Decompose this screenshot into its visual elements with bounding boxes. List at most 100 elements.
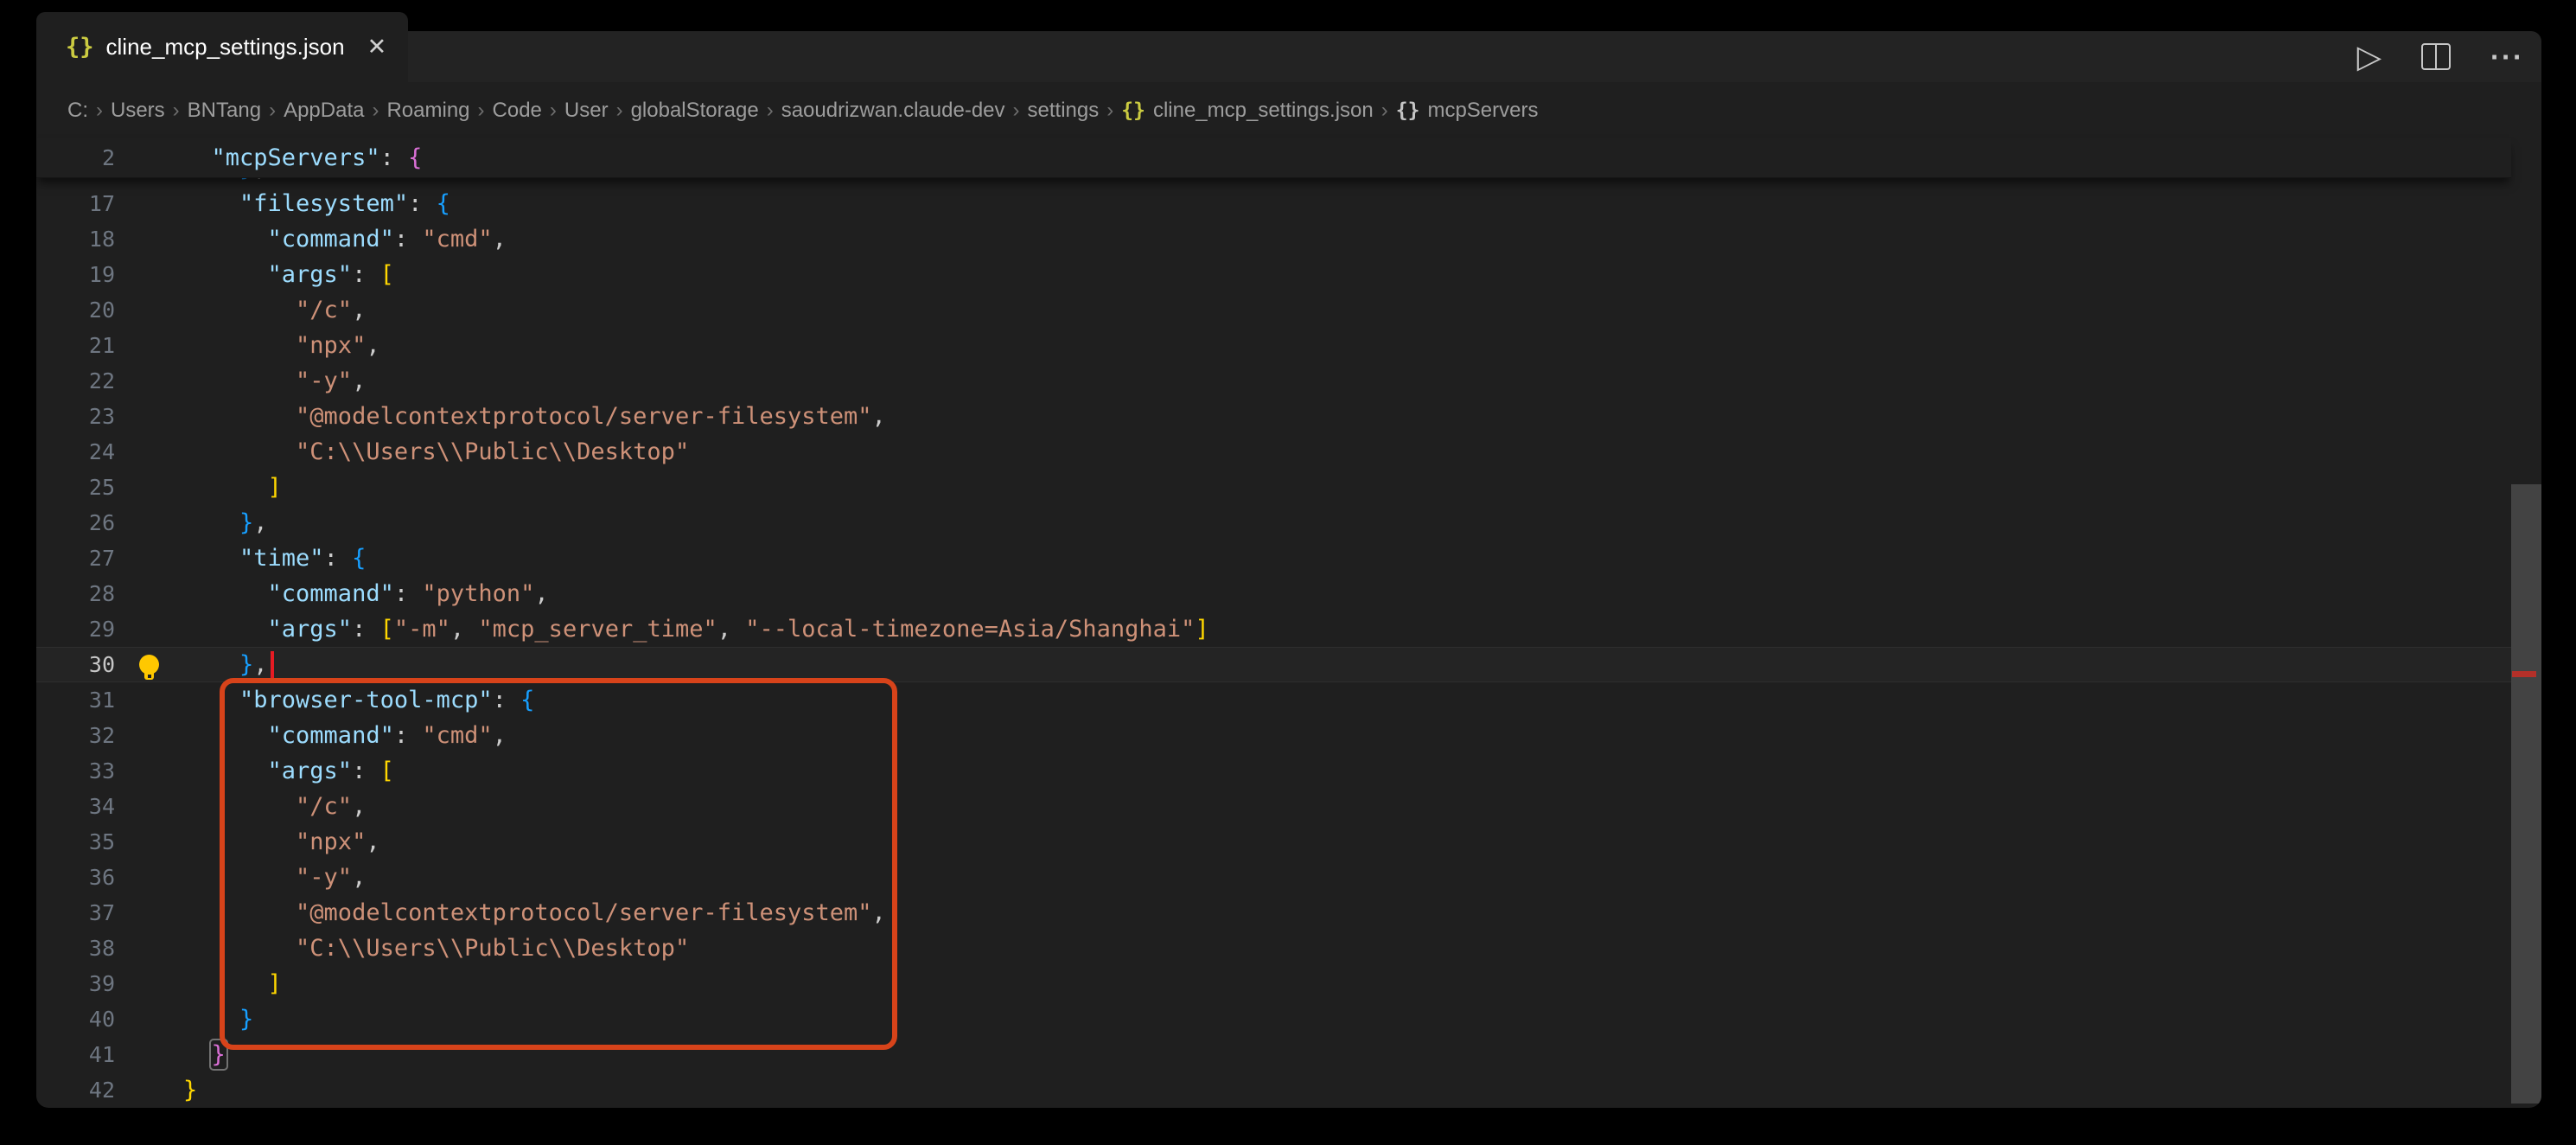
code-token: "command" xyxy=(183,580,394,607)
line-number[interactable]: 30 xyxy=(36,652,115,677)
line-number[interactable]: 39 xyxy=(36,971,115,996)
line-number[interactable]: 22 xyxy=(36,368,115,393)
code-line-38[interactable]: 38 "C:\\Users\\Public\\Desktop" xyxy=(36,931,2511,966)
code-line-28[interactable]: 28 "command": "python", xyxy=(36,576,2511,611)
code-line-26[interactable]: 26 }, xyxy=(36,505,2511,541)
breadcrumb-separator: › xyxy=(1381,99,1388,123)
code-line-25[interactable]: 25 ] xyxy=(36,470,2511,505)
line-number[interactable]: 28 xyxy=(36,581,115,606)
breadcrumb-item-cline-mcp-settings-json[interactable]: {}cline_mcp_settings.json xyxy=(1121,99,1374,123)
code-line-24[interactable]: 24 "C:\\Users\\Public\\Desktop" xyxy=(36,434,2511,470)
code-line-27[interactable]: 27 "time": { xyxy=(36,541,2511,576)
code-line-19[interactable]: 19 "args": [ xyxy=(36,257,2511,292)
breadcrumb-item-saoudrizwan-claude-dev[interactable]: saoudrizwan.claude-dev xyxy=(781,99,1005,123)
close-icon[interactable]: ✕ xyxy=(367,35,387,59)
line-number[interactable]: 27 xyxy=(36,546,115,571)
breadcrumb-item-mcpservers[interactable]: {}mcpServers xyxy=(1396,99,1539,123)
code-line-37[interactable]: 37 "@modelcontextprotocol/server-filesys… xyxy=(36,895,2511,931)
breadcrumb-item-roaming[interactable]: Roaming xyxy=(386,99,469,123)
code-line-40[interactable]: 40 } xyxy=(36,1001,2511,1037)
line-number[interactable]: 23 xyxy=(36,404,115,429)
sticky-scroll-line[interactable]: 2 "mcpServers": { xyxy=(36,138,2511,178)
line-number[interactable]: 35 xyxy=(36,829,115,854)
code-text: "args": [ xyxy=(183,753,394,789)
code-token: , xyxy=(493,226,507,253)
code-text: "C:\\Users\\Public\\Desktop" xyxy=(183,434,689,470)
code-token: "time" xyxy=(183,545,324,572)
code-token: "/c" xyxy=(183,297,352,323)
breadcrumb-item-settings[interactable]: settings xyxy=(1028,99,1100,123)
code-text: ] xyxy=(183,470,282,505)
lightbulb-icon[interactable] xyxy=(139,655,159,675)
scrollbar-thumb[interactable] xyxy=(2511,484,2541,1103)
overview-error-mark xyxy=(2512,671,2536,677)
code-token: , xyxy=(352,864,366,891)
code-text: } xyxy=(183,1072,197,1108)
line-number[interactable]: 42 xyxy=(36,1078,115,1103)
line-number[interactable]: 2 xyxy=(36,145,115,170)
code-line-22[interactable]: 22 "-y", xyxy=(36,363,2511,399)
line-number[interactable]: 29 xyxy=(36,617,115,642)
code-line-29[interactable]: 29 "args": ["-m", "mcp_server_time", "--… xyxy=(36,611,2511,647)
code-line-17[interactable]: 17 "filesystem": { xyxy=(36,186,2511,221)
breadcrumb-item-users[interactable]: Users xyxy=(111,99,165,123)
code-token: , xyxy=(872,403,886,430)
code-line-31[interactable]: 31 "browser-tool-mcp": { xyxy=(36,682,2511,718)
breadcrumb-item-bntang[interactable]: BNTang xyxy=(188,99,261,123)
code-line-42[interactable]: 42} xyxy=(36,1072,2511,1108)
code-token: : xyxy=(493,687,521,713)
line-number[interactable]: 18 xyxy=(36,227,115,252)
line-number[interactable]: 31 xyxy=(36,688,115,713)
code-line-20[interactable]: 20 "/c", xyxy=(36,292,2511,328)
code-line-39[interactable]: 39 ] xyxy=(36,966,2511,1001)
breadcrumb-label: mcpServers xyxy=(1427,99,1538,123)
line-number[interactable]: 34 xyxy=(36,794,115,819)
code-area: 16 },17 "filesystem": {18 "command": "cm… xyxy=(36,150,2511,1108)
code-line-21[interactable]: 21 "npx", xyxy=(36,328,2511,363)
tab-cline-mcp-settings[interactable]: {} cline_mcp_settings.json ✕ xyxy=(36,12,408,82)
line-number[interactable]: 36 xyxy=(36,865,115,890)
more-actions-icon[interactable]: ··· xyxy=(2490,42,2524,71)
split-editor-icon[interactable] xyxy=(2421,43,2451,70)
line-number[interactable]: 19 xyxy=(36,262,115,287)
line-number[interactable]: 20 xyxy=(36,297,115,323)
breadcrumb-item-globalstorage[interactable]: globalStorage xyxy=(631,99,759,123)
code-line-18[interactable]: 18 "command": "cmd", xyxy=(36,221,2511,257)
code-line-36[interactable]: 36 "-y", xyxy=(36,860,2511,895)
line-number[interactable]: 40 xyxy=(36,1007,115,1032)
code-text: "command": "cmd", xyxy=(183,718,507,753)
code-line-32[interactable]: 32 "command": "cmd", xyxy=(36,718,2511,753)
breadcrumb-item-code[interactable]: Code xyxy=(493,99,542,123)
line-number[interactable]: 17 xyxy=(36,191,115,216)
bracket-match: } xyxy=(212,1041,226,1068)
code-line-41[interactable]: 41 } xyxy=(36,1037,2511,1072)
code-line-35[interactable]: 35 "npx", xyxy=(36,824,2511,860)
line-number[interactable]: 25 xyxy=(36,475,115,500)
code-line-33[interactable]: 33 "args": [ xyxy=(36,753,2511,789)
breadcrumb-item-user[interactable]: User xyxy=(564,99,609,123)
line-number[interactable]: 26 xyxy=(36,510,115,535)
line-number[interactable]: 21 xyxy=(36,333,115,358)
breadcrumb-label: Users xyxy=(111,99,165,123)
code-line-30[interactable]: 30 }, xyxy=(36,647,2511,682)
code-line-2[interactable]: 2 "mcpServers": { xyxy=(36,140,422,176)
line-number[interactable]: 37 xyxy=(36,900,115,925)
line-number[interactable]: 24 xyxy=(36,439,115,464)
breadcrumb-item-appdata[interactable]: AppData xyxy=(284,99,364,123)
code-token: , xyxy=(253,651,267,678)
code-token: , xyxy=(717,616,746,643)
code-token: } xyxy=(183,1006,253,1033)
code-line-34[interactable]: 34 "/c", xyxy=(36,789,2511,824)
code-line-23[interactable]: 23 "@modelcontextprotocol/server-filesys… xyxy=(36,399,2511,434)
line-number[interactable]: 38 xyxy=(36,936,115,961)
run-icon[interactable]: ▷ xyxy=(2357,41,2382,73)
line-number[interactable]: 41 xyxy=(36,1042,115,1067)
line-number[interactable]: 33 xyxy=(36,758,115,784)
code-token: , xyxy=(352,297,366,323)
scrollbar[interactable] xyxy=(2511,82,2541,1108)
line-number[interactable]: 32 xyxy=(36,723,115,748)
text-cursor xyxy=(271,651,274,681)
breadcrumb-label: AppData xyxy=(284,99,364,123)
code-token: } xyxy=(183,509,253,536)
breadcrumb-item-c-[interactable]: C: xyxy=(67,99,88,123)
